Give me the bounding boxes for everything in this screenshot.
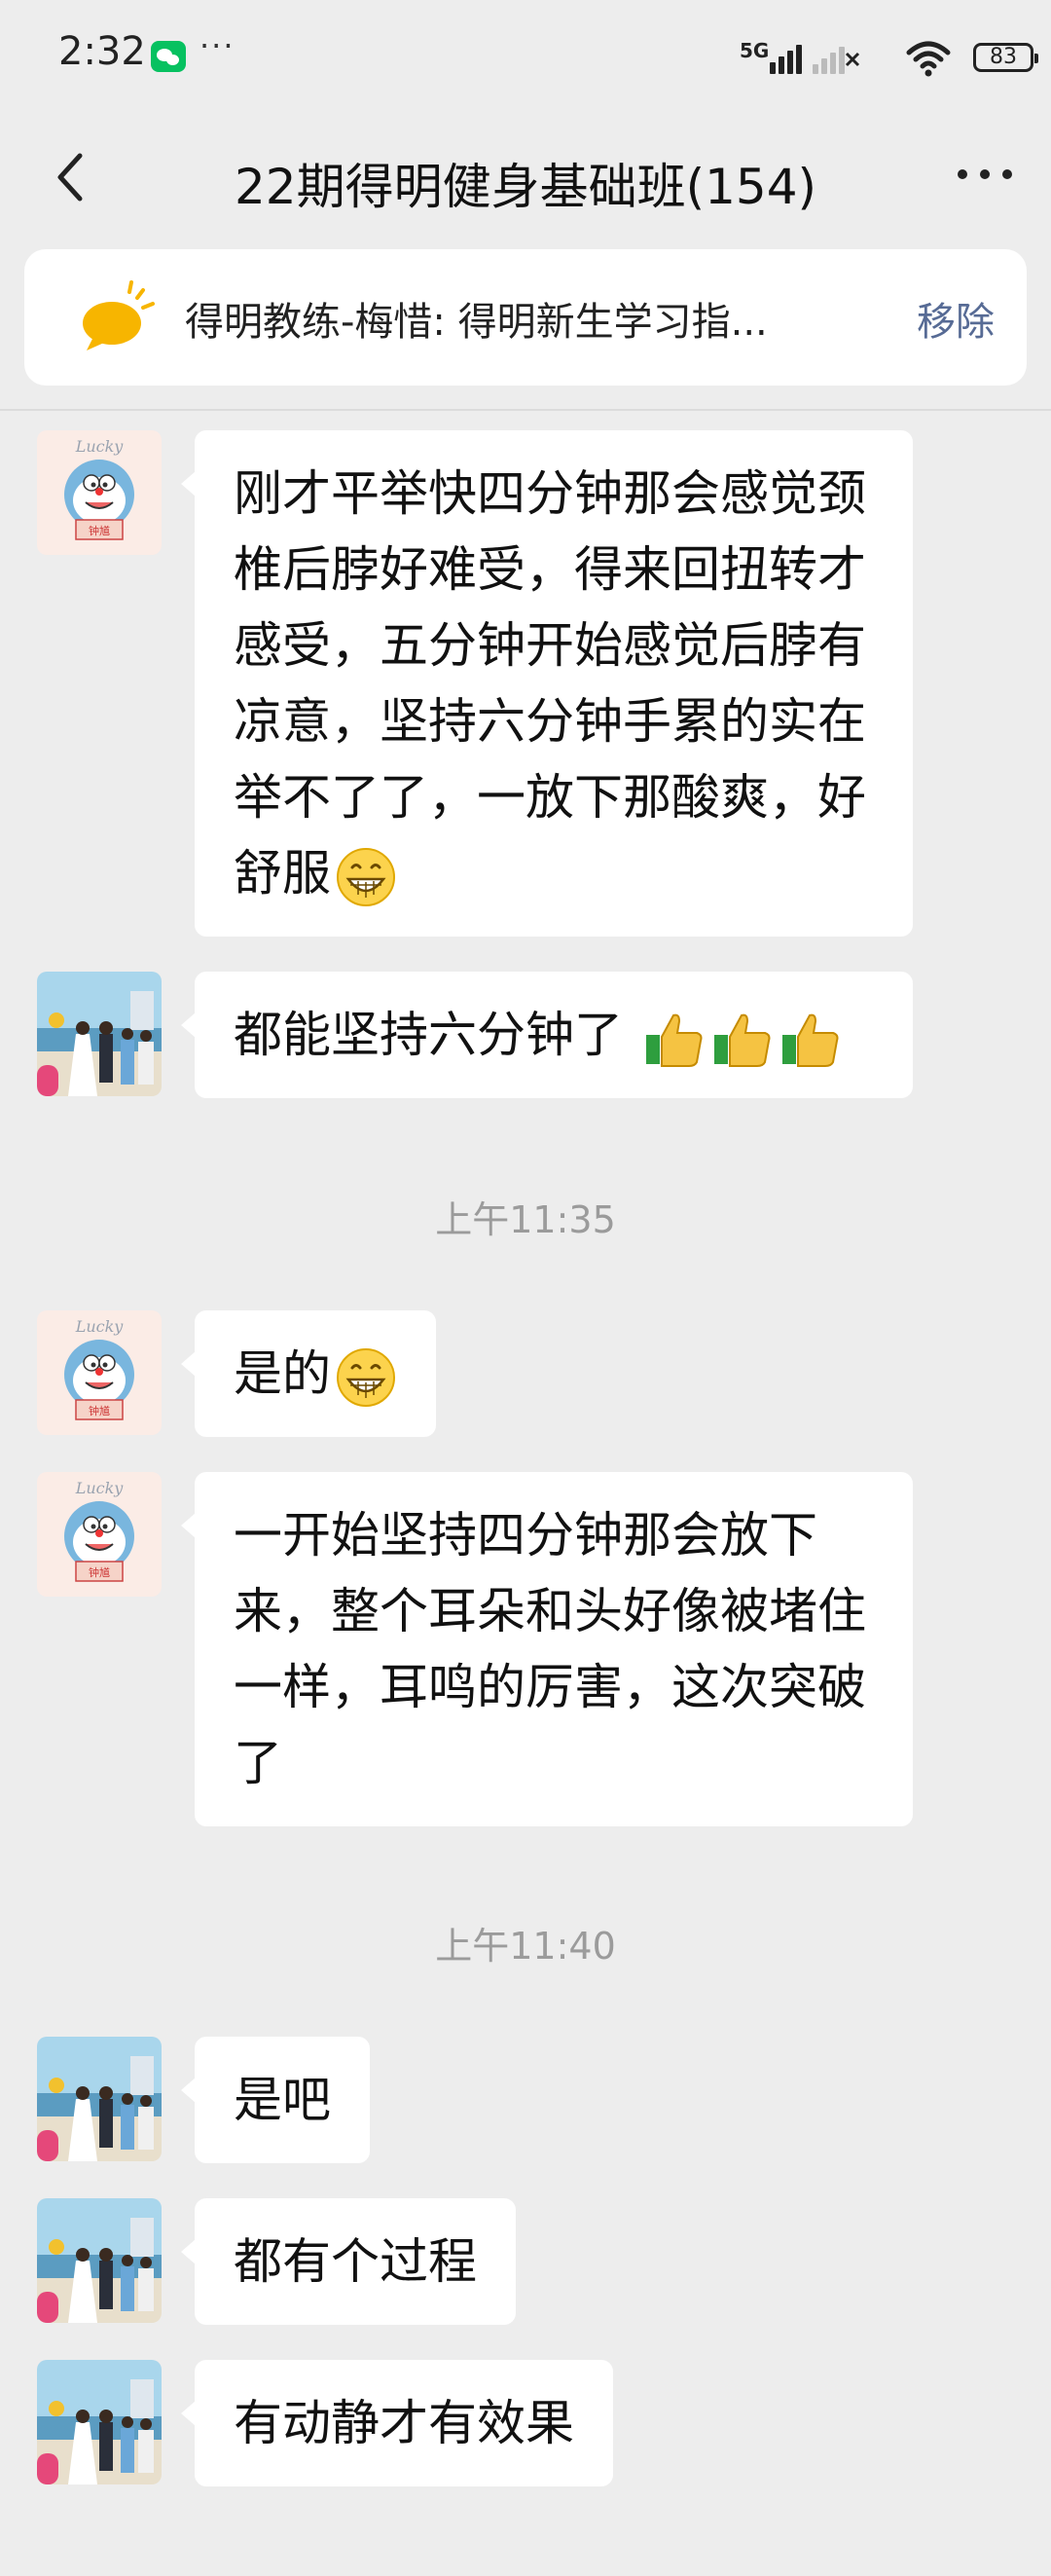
wechat-notification-icon [151,41,186,72]
wifi-icon [906,41,951,77]
grin-emoji-icon [337,847,395,906]
avatar-wedding-photo[interactable] [37,2198,162,2323]
announcement-icon [83,280,155,350]
chat-title: 22期得明健身基础班(154) [234,159,817,215]
avatar-wedding-photo[interactable] [37,2037,162,2161]
message-text: 一开始坚持四分钟那会放下来，整个耳朵和头好像被堵住一样，耳鸣的厉害，这次突破了 [234,1507,866,1791]
message-bubble[interactable]: 都有个过程 [181,2198,516,2325]
message-bubble[interactable]: 刚才平举快四分钟那会感觉颈椎后脖好难受，得来回扭转才感受，五分钟开始感觉后脖有凉… [181,430,913,937]
message-bubble[interactable]: 是吧 [181,2037,370,2163]
remove-pinned-button[interactable]: 移除 [917,290,995,347]
doraemon-avatar-icon: Lucky 钟馗 [37,1472,162,1597]
more-notifications-icon: ··· [199,27,236,64]
thumbs-up-icon [781,1013,839,1067]
thumbs-up-icon [645,1013,703,1067]
message-timestamp: 上午11:40 [435,1925,616,1968]
svg-text:钟馗: 钟馗 [89,1404,110,1417]
network-type: 5G [740,39,770,62]
svg-text:钟馗: 钟馗 [89,1565,110,1579]
message-bubble[interactable]: 是的 [181,1310,436,1437]
message-text: 有动静才有效果 [234,2395,574,2451]
grin-emoji-icon [337,1347,395,1407]
svg-text:Lucky: Lucky [75,437,125,456]
svg-text:钟馗: 钟馗 [89,524,110,537]
battery-indicator: 83 [973,43,1038,72]
avatar-lucky-doraemon[interactable]: Lucky 钟馗 [37,1310,162,1435]
avatar-wedding-photo[interactable] [37,972,162,1096]
thumbs-up-emojis [623,1007,843,1067]
message-bubble[interactable]: 一开始坚持四分钟那会放下来，整个耳朵和头好像被堵住一样，耳鸣的厉害，这次突破了 [181,1472,913,1826]
wedding-photo-avatar-icon [37,2037,162,2161]
status-bar: 2:32 ··· 5G 83 [0,0,1051,117]
wedding-photo-avatar-icon [37,2360,162,2484]
message-text: 刚才平举快四分钟那会感觉颈椎后脖好难受，得来回扭转才感受，五分钟开始感觉后脖有凉… [234,465,866,902]
wedding-photo-avatar-icon [37,972,162,1096]
chat-header: 22期得明健身基础班(154) [0,117,1051,234]
message-text: 是吧 [234,2072,331,2128]
message-bubble[interactable]: 有动静才有效果 [181,2360,613,2486]
message-text: 是的 [234,1345,331,1402]
doraemon-avatar-icon: Lucky 钟馗 [37,1310,162,1435]
svg-text:Lucky: Lucky [75,1479,125,1497]
message-timestamp: 上午11:35 [435,1198,616,1241]
message-bubble[interactable]: 都能坚持六分钟了 [181,972,913,1098]
wedding-photo-avatar-icon [37,2198,162,2323]
avatar-wedding-photo[interactable] [37,2360,162,2484]
pinned-message-banner[interactable]: 得明教练-梅惜: 得明新生学习指... 移除 [24,249,1027,386]
doraemon-avatar-icon: Lucky 钟馗 [37,430,162,555]
header-divider [0,409,1051,411]
avatar-lucky-doraemon[interactable]: Lucky 钟馗 [37,1472,162,1597]
avatar-lucky-doraemon[interactable]: Lucky 钟馗 [37,430,162,555]
thumbs-up-icon [713,1013,771,1067]
message-text: 都能坚持六分钟了 [234,1007,623,1063]
pinned-message-text: 得明教练-梅惜: 得明新生学习指... [185,300,768,345]
status-time: 2:32 [58,29,146,74]
message-text: 都有个过程 [234,2233,477,2290]
more-options-icon[interactable] [956,154,1014,193]
svg-text:Lucky: Lucky [75,1317,125,1336]
